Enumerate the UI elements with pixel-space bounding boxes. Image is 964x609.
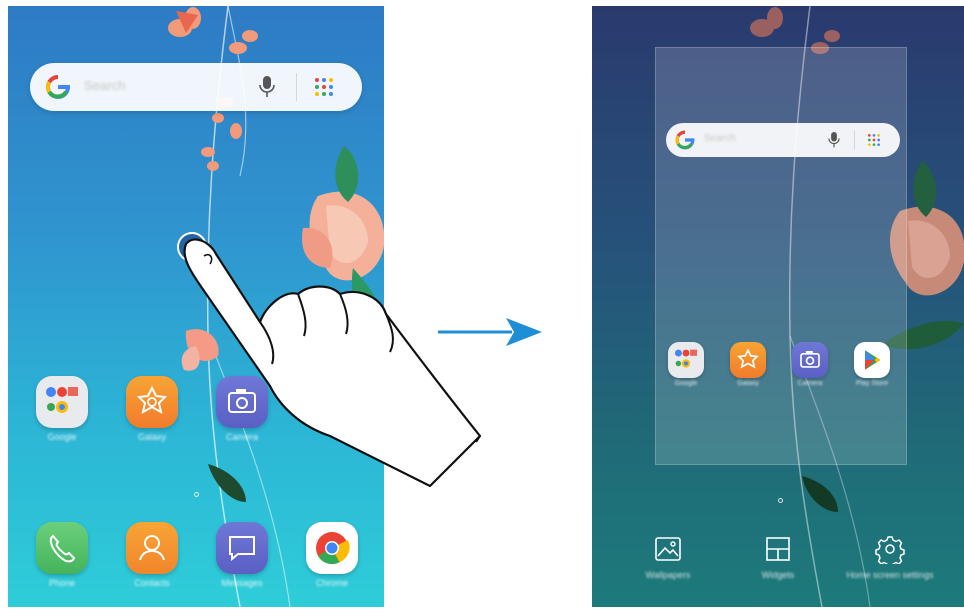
messages-icon <box>216 522 268 574</box>
apps-grid-icon[interactable] <box>312 75 336 99</box>
wallpapers-button[interactable]: Wallpapers <box>620 534 716 594</box>
wallpapers-label: Wallpapers <box>645 570 691 580</box>
search-divider <box>296 73 297 101</box>
app-galaxy-apps[interactable]: Galaxy <box>122 376 182 442</box>
microphone-icon[interactable] <box>826 131 842 149</box>
search-placeholder[interactable]: Search <box>84 78 125 93</box>
chrome-icon <box>306 522 358 574</box>
contacts-icon <box>126 522 178 574</box>
arrow-right-icon <box>438 318 542 346</box>
home-page-preview[interactable]: Search Google Galaxy Camera Play Store <box>655 47 907 465</box>
app-label: Galaxy <box>137 432 166 442</box>
widgets-button[interactable]: Widgets <box>730 534 826 594</box>
galaxy-apps-icon <box>126 376 178 428</box>
galaxy-apps-icon <box>730 342 766 378</box>
dock-contacts[interactable]: Contacts <box>122 522 182 588</box>
dock-messages[interactable]: Messages <box>212 522 272 588</box>
app-google-folder[interactable]: Google <box>666 342 706 387</box>
dock-phone[interactable]: Phone <box>32 522 92 588</box>
search-divider <box>854 130 855 150</box>
app-label: Chrome <box>315 578 348 588</box>
gear-icon <box>875 534 905 568</box>
app-google-folder[interactable]: Google <box>32 376 92 442</box>
app-galaxy-apps[interactable]: Galaxy <box>728 342 768 387</box>
page-indicator <box>778 498 783 503</box>
home-screen-settings-label: Home screen settings <box>846 570 934 580</box>
wallpapers-icon <box>653 534 683 564</box>
google-folder-icon <box>668 342 704 378</box>
google-folder-icon <box>36 376 88 428</box>
google-search-bar[interactable]: Search <box>30 63 362 111</box>
app-camera[interactable]: Camera <box>790 342 830 387</box>
widgets-icon <box>763 534 793 564</box>
pointing-hand-icon <box>183 238 482 488</box>
app-label: Contacts <box>134 578 170 588</box>
widgets-label: Widgets <box>761 570 795 580</box>
search-placeholder[interactable]: Search <box>704 133 736 144</box>
app-label: Google <box>674 380 698 387</box>
app-play-store[interactable]: Play Store <box>852 342 892 387</box>
google-g-icon <box>674 127 696 153</box>
google-g-icon <box>44 73 72 101</box>
apps-grid-icon[interactable] <box>866 132 882 148</box>
app-label: Google <box>47 432 77 442</box>
app-label: Camera <box>797 380 823 387</box>
microphone-icon[interactable] <box>256 75 278 99</box>
google-search-widget[interactable]: Search <box>666 123 900 157</box>
home-screen-edit-mode: Search Google Galaxy Camera Play Store W… <box>592 6 964 607</box>
camera-icon <box>792 342 828 378</box>
app-label: Play Store <box>855 380 889 387</box>
home-screen-settings-button[interactable]: Home screen settings <box>842 534 938 594</box>
app-label: Phone <box>48 578 76 588</box>
dock-chrome[interactable]: Chrome <box>302 522 362 588</box>
play-store-icon <box>854 342 890 378</box>
app-label: Messages <box>221 578 263 588</box>
app-label: Galaxy <box>737 380 759 387</box>
phone-icon <box>36 522 88 574</box>
